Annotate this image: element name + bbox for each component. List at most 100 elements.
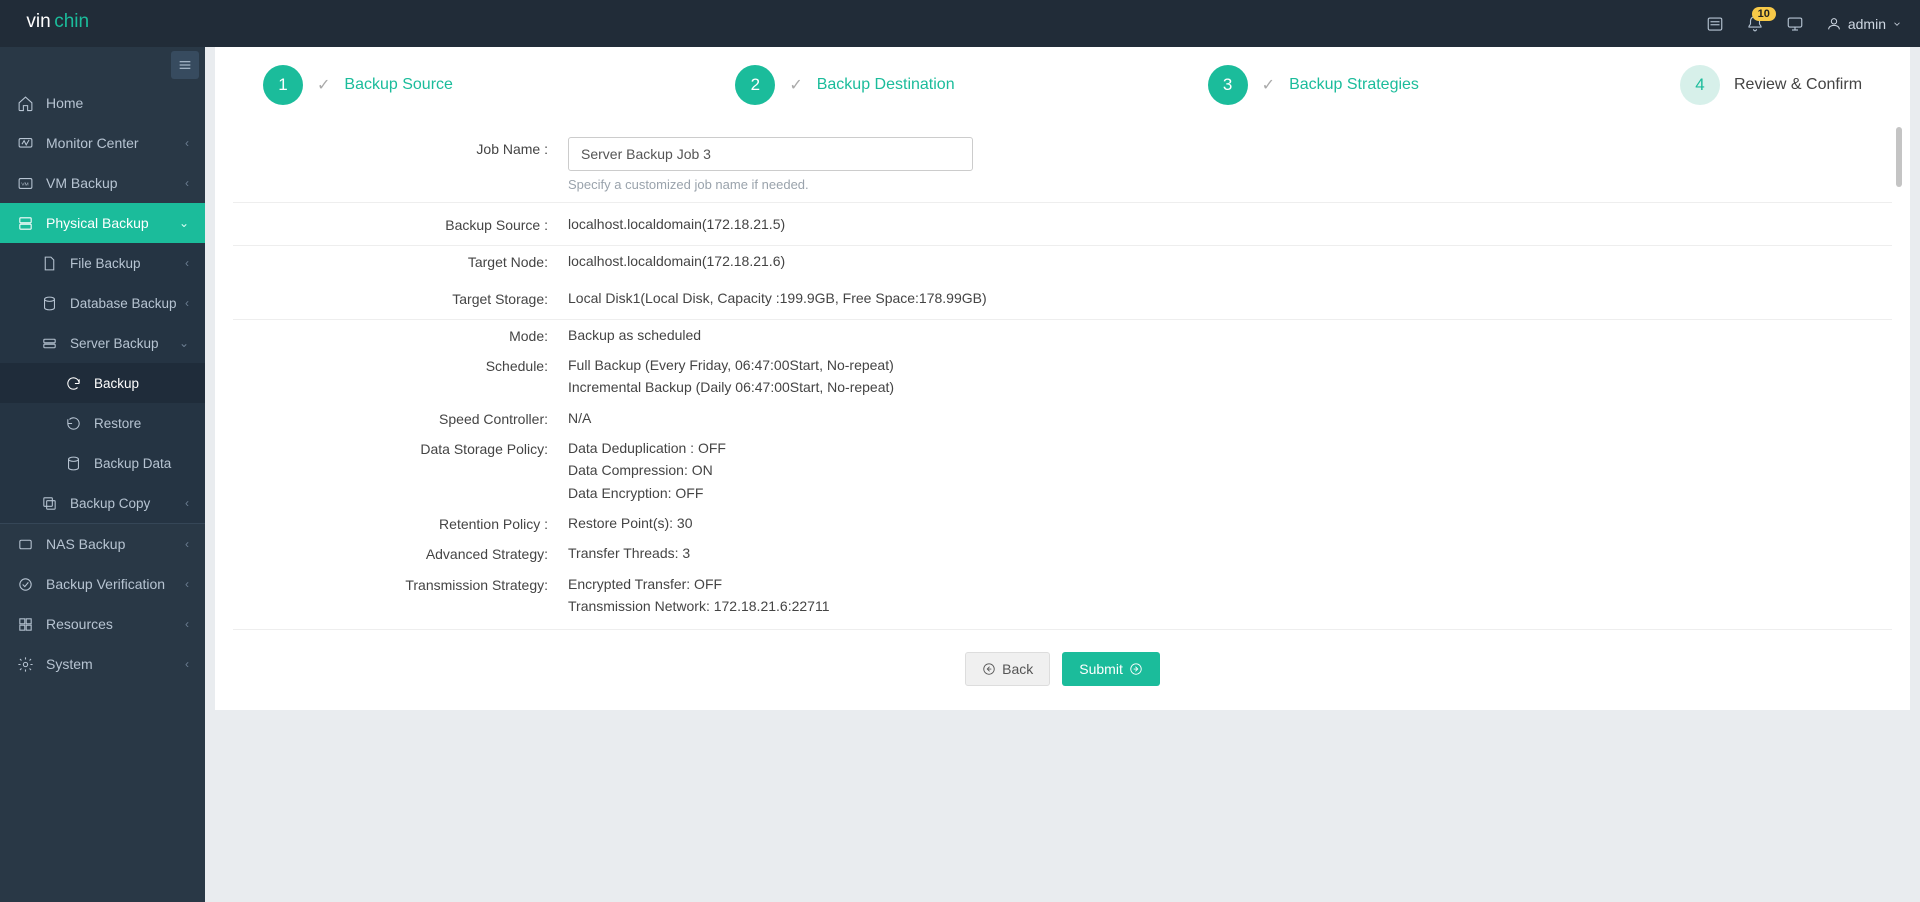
sidebar-item-physical-backup[interactable]: Physical Backup ⌄: [0, 203, 205, 243]
value-schedule-1: Full Backup (Every Friday, 06:47:00Start…: [568, 354, 1892, 376]
scrollbar[interactable]: [1896, 127, 1902, 187]
row-transmission: Transmission Strategy: Encrypted Transfe…: [233, 569, 1892, 622]
list-icon[interactable]: [1706, 15, 1724, 33]
monitor-icon[interactable]: [1786, 15, 1804, 33]
sidebar-item-server-backup[interactable]: Server Backup ⌄: [0, 323, 205, 363]
step-number: 1: [263, 65, 303, 105]
sidebar-item-home[interactable]: Home: [0, 83, 205, 123]
back-button[interactable]: Back: [965, 652, 1050, 686]
restore-icon: [64, 414, 82, 432]
row-mode: Mode: Backup as scheduled: [233, 320, 1892, 350]
sidebar: Home Monitor Center ‹ VM VM Backup ‹ Phy…: [0, 47, 205, 902]
chevron-left-icon: ‹: [185, 657, 189, 671]
sidebar-item-nas-backup[interactable]: NAS Backup ‹: [0, 524, 205, 564]
sidebar-item-backup-copy[interactable]: Backup Copy ‹: [0, 483, 205, 523]
row-advanced: Advanced Strategy: Transfer Threads: 3: [233, 538, 1892, 568]
value-schedule-2: Incremental Backup (Daily 06:47:00Start,…: [568, 376, 1892, 398]
label-target-storage: Target Storage:: [233, 287, 568, 309]
sidebar-item-vm-backup[interactable]: VM VM Backup ‹: [0, 163, 205, 203]
sidebar-label: Physical Backup: [46, 215, 149, 231]
main: 1 ✓ Backup Source 2 ✓ Backup Destination…: [205, 47, 1920, 902]
value-advanced: Transfer Threads: 3: [568, 542, 1892, 564]
wizard-steps: 1 ✓ Backup Source 2 ✓ Backup Destination…: [263, 47, 1862, 123]
value-retention: Restore Point(s): 30: [568, 512, 1892, 534]
step-review-confirm: 4 Review & Confirm: [1680, 65, 1862, 105]
sidebar-item-file-backup[interactable]: File Backup ‹: [0, 243, 205, 283]
label-job-name: Job Name :: [233, 137, 568, 192]
step-backup-source[interactable]: 1 ✓ Backup Source: [263, 65, 735, 105]
refresh-icon: [64, 374, 82, 392]
sidebar-item-backup[interactable]: Backup: [0, 363, 205, 403]
server-icon: [16, 214, 34, 232]
label-retention: Retention Policy :: [233, 512, 568, 534]
svg-text:chin: chin: [54, 11, 89, 32]
value-target-node: localhost.localdomain(172.18.21.6): [568, 250, 1892, 272]
job-name-input[interactable]: [568, 137, 973, 171]
user-name: admin: [1848, 16, 1886, 32]
verify-icon: [16, 575, 34, 593]
sidebar-item-backup-data[interactable]: Backup Data: [0, 443, 205, 483]
step-backup-strategies[interactable]: 3 ✓ Backup Strategies: [1208, 65, 1680, 105]
sidebar-item-database-backup[interactable]: Database Backup ‹: [0, 283, 205, 323]
sidebar-label: Backup Copy: [70, 496, 150, 511]
arrow-left-icon: [982, 662, 996, 676]
submit-button[interactable]: Submit: [1062, 652, 1160, 686]
notification-icon[interactable]: 10: [1746, 15, 1764, 33]
chevron-down-icon: ⌄: [179, 216, 189, 230]
back-label: Back: [1002, 661, 1033, 677]
topbar: vin chin 10 admin: [0, 0, 1920, 47]
check-icon: ✓: [317, 75, 330, 95]
review-form: Job Name : Specify a customized job name…: [233, 127, 1892, 621]
sidebar-label: Restore: [94, 416, 141, 431]
data-icon: [64, 454, 82, 472]
nas-icon: [16, 535, 34, 553]
sidebar-sub-server-backup: Backup Restore Backup Data: [0, 363, 205, 483]
sidebar-label: System: [46, 656, 93, 672]
chevron-left-icon: ‹: [185, 176, 189, 190]
value-encrypted-transfer: Encrypted Transfer: OFF: [568, 573, 1892, 595]
value-backup-source: localhost.localdomain(172.18.21.5): [568, 213, 1892, 235]
monitor-center-icon: [16, 134, 34, 152]
label-storage-policy: Data Storage Policy:: [233, 437, 568, 504]
sidebar-item-restore[interactable]: Restore: [0, 403, 205, 443]
sidebar-label: Home: [46, 95, 83, 111]
wizard-panel: 1 ✓ Backup Source 2 ✓ Backup Destination…: [215, 47, 1910, 710]
sidebar-item-backup-verification[interactable]: Backup Verification ‹: [0, 564, 205, 604]
sidebar-label: Backup Data: [94, 456, 171, 471]
svg-text:VM: VM: [21, 181, 28, 187]
arrow-right-icon: [1129, 662, 1143, 676]
sidebar-item-resources[interactable]: Resources ‹: [0, 604, 205, 644]
job-name-hint: Specify a customized job name if needed.: [568, 177, 1892, 192]
database-icon: [40, 294, 58, 312]
chevron-left-icon: ‹: [185, 256, 189, 270]
label-target-node: Target Node:: [233, 250, 568, 272]
sidebar-label: Resources: [46, 616, 113, 632]
step-label: Backup Destination: [817, 76, 955, 94]
step-label: Backup Source: [344, 76, 453, 94]
user-menu[interactable]: admin: [1826, 16, 1902, 32]
sidebar-toggle[interactable]: [171, 51, 199, 79]
row-job-name: Job Name : Specify a customized job name…: [233, 127, 1892, 203]
wizard-footer: Back Submit: [233, 629, 1892, 692]
sidebar-label: Monitor Center: [46, 135, 139, 151]
label-backup-source: Backup Source :: [233, 213, 568, 235]
value-dedup: Data Deduplication : OFF: [568, 437, 1892, 459]
resources-icon: [16, 615, 34, 633]
sidebar-sub-physical: File Backup ‹ Database Backup ‹ Server B…: [0, 243, 205, 523]
gear-icon: [16, 655, 34, 673]
value-mode: Backup as scheduled: [568, 324, 1892, 346]
chevron-left-icon: ‹: [185, 296, 189, 310]
label-transmission: Transmission Strategy:: [233, 573, 568, 618]
check-icon: ✓: [1262, 75, 1275, 95]
step-backup-destination[interactable]: 2 ✓ Backup Destination: [735, 65, 1207, 105]
chevron-down-icon: ⌄: [179, 336, 189, 350]
sidebar-item-system[interactable]: System ‹: [0, 644, 205, 684]
sidebar-label: Backup Verification: [46, 576, 165, 592]
sidebar-label: NAS Backup: [46, 536, 125, 552]
submit-label: Submit: [1079, 661, 1123, 677]
row-storage-policy: Data Storage Policy: Data Deduplication …: [233, 433, 1892, 508]
step-number: 2: [735, 65, 775, 105]
sidebar-item-monitor[interactable]: Monitor Center ‹: [0, 123, 205, 163]
chevron-down-icon: [1892, 19, 1902, 29]
label-advanced: Advanced Strategy:: [233, 542, 568, 564]
